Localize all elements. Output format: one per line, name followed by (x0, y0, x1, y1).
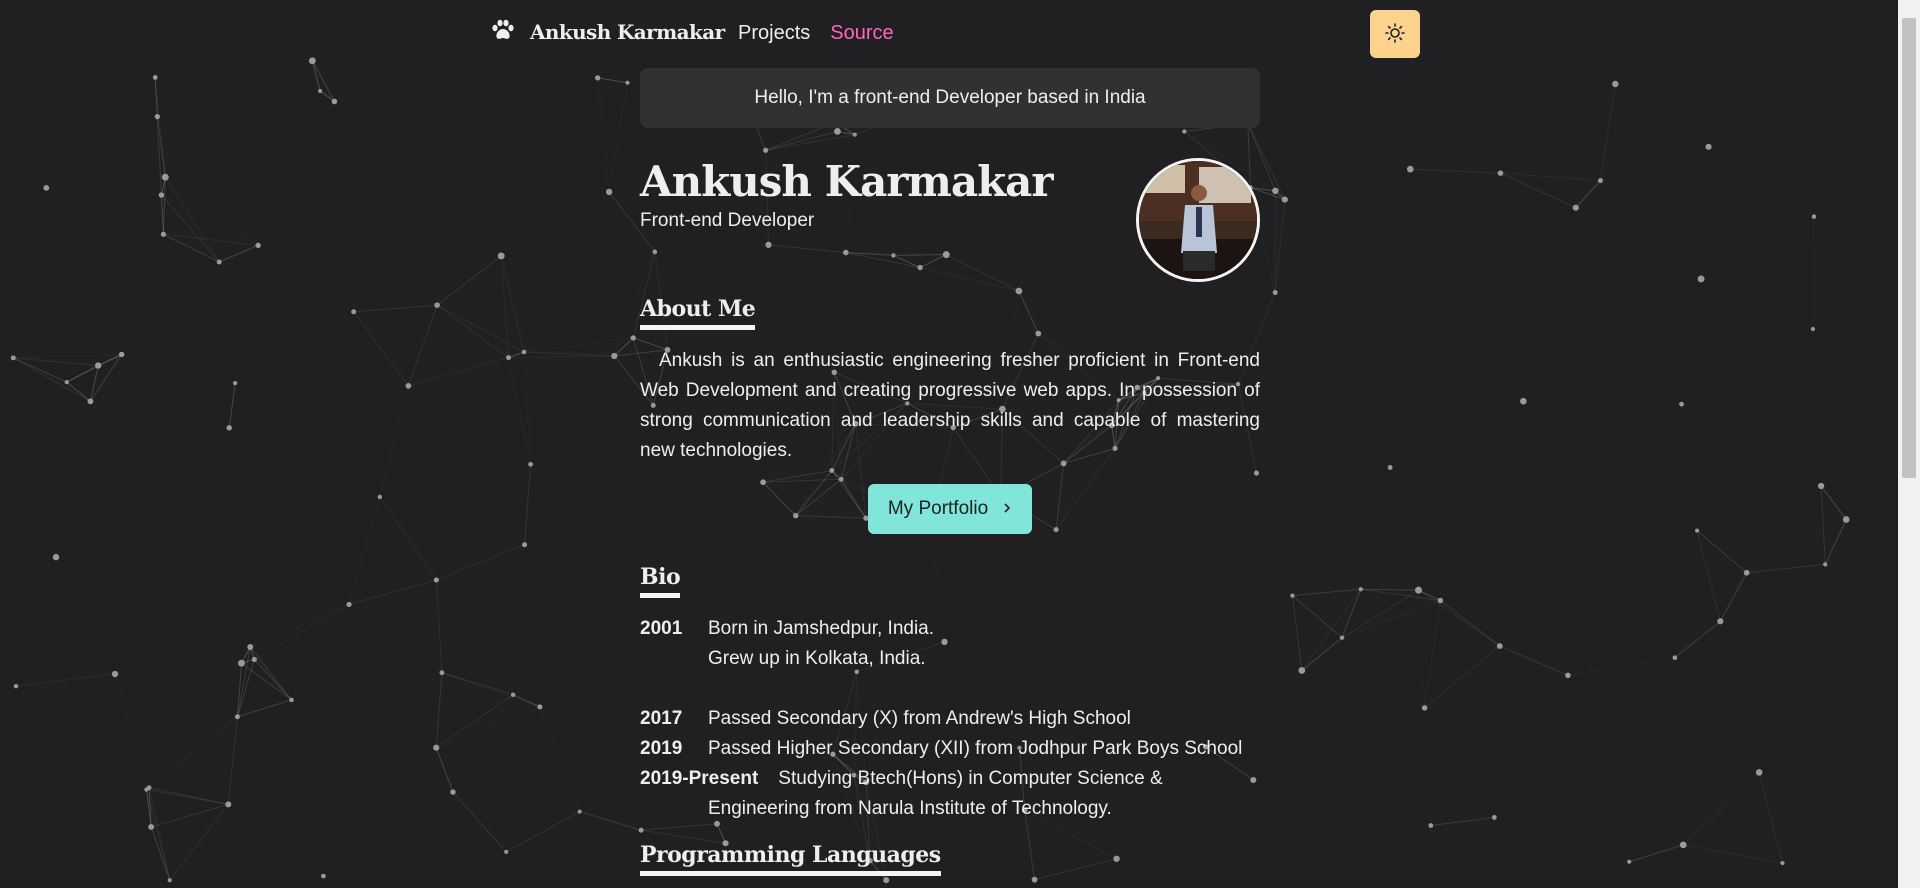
bio-text: Grew up in Kolkata, India. (708, 648, 926, 669)
bio-heading: Bio (640, 564, 681, 598)
programming-heading: Programming Languages (640, 842, 941, 876)
brand-link[interactable]: Ankush Karmakar (490, 18, 725, 46)
bio-text: Studying Btech(Hons) in Computer Science… (778, 768, 1163, 789)
bio-text: Born in Jamshedpur, India. (708, 618, 935, 639)
bio-year: 2017 (640, 708, 683, 729)
hello-banner: Hello, I'm a front-end Developer based i… (640, 68, 1260, 128)
bio-entry: 2017 Passed Secondary (X) from Andrew's … (640, 704, 1260, 734)
brand-name: Ankush Karmakar (530, 20, 725, 44)
bio-text: Passed Secondary (X) from Andrew's High … (708, 708, 1131, 729)
portfolio-button-label: My Portfolio (887, 498, 989, 519)
programming-section: Programming Languages (640, 842, 1260, 876)
bio-section: Bio 2001 Born in Jamshedpur, India. Grew… (640, 564, 1260, 824)
bio-entry: 2019-Present Studying Btech(Hons) in Com… (640, 764, 1260, 794)
nav-link-projects[interactable]: Projects (738, 22, 810, 45)
about-text: Ankush is an enthusiastic engineering fr… (640, 350, 1260, 461)
nav-links: Projects Source (738, 22, 894, 45)
hero-section: Ankush Karmakar Front-end Developer (640, 158, 1260, 288)
bio-year: 2001 (640, 618, 683, 639)
bio-entry: 2019 Passed Higher Secondary (XII) from … (640, 734, 1260, 764)
bio-text: Passed Higher Secondary (XII) from Jodhp… (708, 738, 1243, 759)
bio-year: 2019-Present (640, 768, 759, 789)
bio-text: Engineering from Narula Institute of Tec… (708, 798, 1112, 819)
chevron-right-icon (1002, 498, 1012, 520)
avatar (1136, 158, 1260, 282)
paw-icon (490, 18, 516, 46)
bio-entry: 2001 Born in Jamshedpur, India. (640, 614, 1260, 644)
bio-list: 2001 Born in Jamshedpur, India. Grew up … (640, 614, 1260, 824)
sun-icon (1385, 22, 1405, 46)
about-heading: About Me (640, 296, 756, 330)
nav-link-source[interactable]: Source (830, 22, 893, 45)
navbar: Ankush Karmakar Projects Source (0, 0, 1898, 70)
bio-year: 2019 (640, 738, 683, 759)
portfolio-button[interactable]: My Portfolio (867, 484, 1033, 534)
scrollbar[interactable] (1898, 0, 1920, 888)
main-content: Hello, I'm a front-end Developer based i… (640, 68, 1260, 876)
theme-toggle-button[interactable] (1370, 10, 1420, 58)
scrollbar-thumb[interactable] (1902, 18, 1916, 478)
about-section: About Me Ankush is an enthusiastic engin… (640, 296, 1260, 534)
